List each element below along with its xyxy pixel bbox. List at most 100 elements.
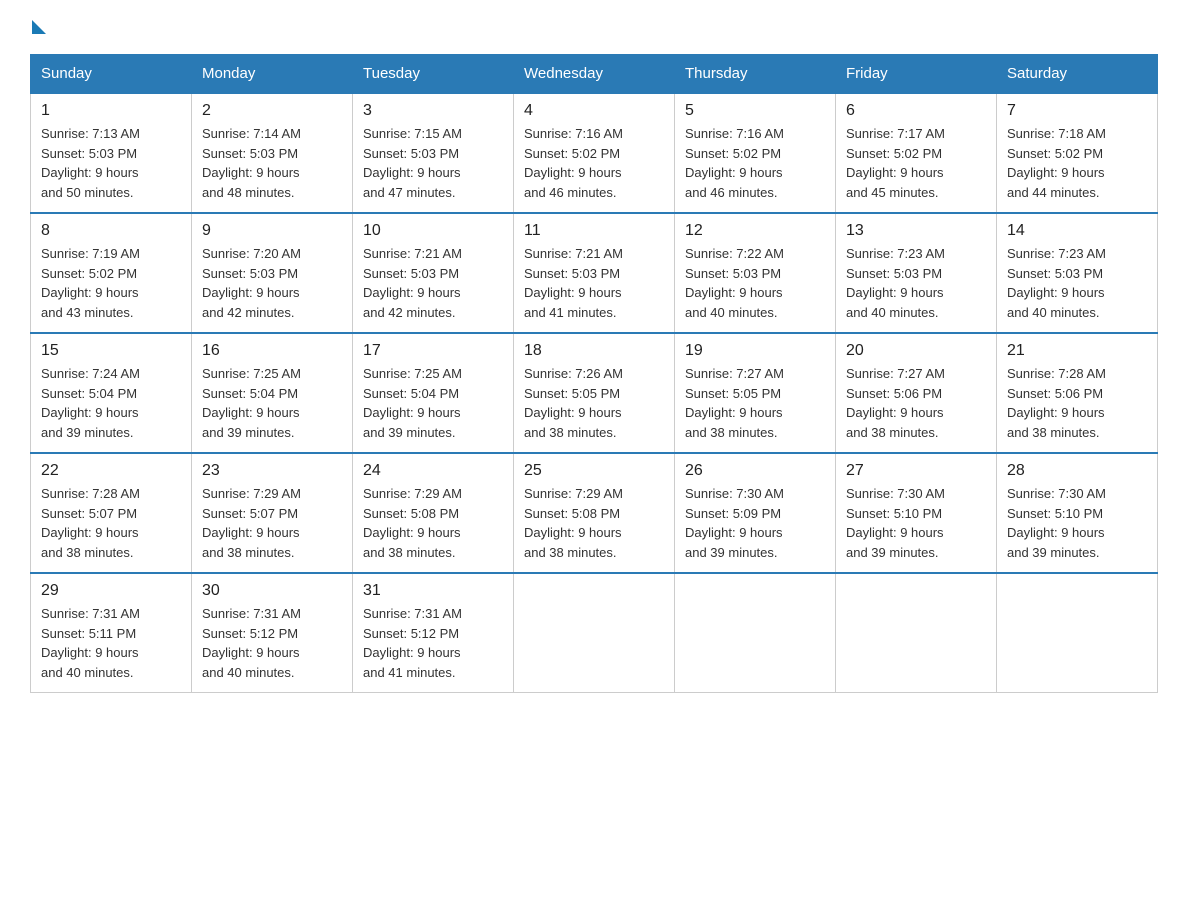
day-number: 13 bbox=[846, 222, 986, 240]
calendar-cell: 31 Sunrise: 7:31 AMSunset: 5:12 PMDayligh… bbox=[353, 573, 514, 693]
calendar-table: SundayMondayTuesdayWednesdayThursdayFrid… bbox=[30, 54, 1158, 693]
day-number: 30 bbox=[202, 582, 342, 600]
day-number: 14 bbox=[1007, 222, 1147, 240]
day-number: 4 bbox=[524, 102, 664, 120]
day-info: Sunrise: 7:21 AMSunset: 5:03 PMDaylight:… bbox=[363, 244, 503, 322]
calendar-cell: 27 Sunrise: 7:30 AMSunset: 5:10 PMDayligh… bbox=[836, 453, 997, 573]
day-info: Sunrise: 7:21 AMSunset: 5:03 PMDaylight:… bbox=[524, 244, 664, 322]
calendar-cell: 23Sunrise: 7:29 AMSunset: 5:07 PMDayligh… bbox=[192, 453, 353, 573]
day-info: Sunrise: 7:30 AMSunset: 5:09 PMDaylight:… bbox=[685, 484, 825, 562]
day-info: Sunrise: 7:27 AMSunset: 5:05 PMDaylight:… bbox=[685, 364, 825, 442]
day-number: 8 bbox=[41, 222, 181, 240]
day-info: Sunrise: 7:29 AMSunset: 5:08 PMDaylight:… bbox=[363, 484, 503, 562]
day-number: 11 bbox=[524, 222, 664, 240]
calendar-cell: 4 Sunrise: 7:16 AMSunset: 5:02 PMDaylight… bbox=[514, 93, 675, 213]
day-number: 20 bbox=[846, 342, 986, 360]
day-info: Sunrise: 7:31 AMSunset: 5:11 PMDaylight:… bbox=[41, 604, 181, 682]
day-info: Sunrise: 7:23 AMSunset: 5:03 PMDaylight:… bbox=[1007, 244, 1147, 322]
calendar-header-row: SundayMondayTuesdayWednesdayThursdayFrid… bbox=[31, 55, 1158, 94]
day-number: 17 bbox=[363, 342, 503, 360]
calendar-cell: 6 Sunrise: 7:17 AMSunset: 5:02 PMDaylight… bbox=[836, 93, 997, 213]
day-number: 24 bbox=[363, 462, 503, 480]
calendar-cell: 8Sunrise: 7:19 AMSunset: 5:02 PMDaylight… bbox=[31, 213, 192, 333]
calendar-cell: 15 Sunrise: 7:24 AMSunset: 5:04 PMDayligh… bbox=[31, 333, 192, 453]
header-thursday: Thursday bbox=[675, 55, 836, 94]
calendar-cell: 21 Sunrise: 7:28 AMSunset: 5:06 PMDayligh… bbox=[997, 333, 1158, 453]
calendar-cell: 10Sunrise: 7:21 AMSunset: 5:03 PMDayligh… bbox=[353, 213, 514, 333]
logo bbox=[30, 20, 46, 36]
day-number: 3 bbox=[363, 102, 503, 120]
day-number: 12 bbox=[685, 222, 825, 240]
calendar-week-row: 1 Sunrise: 7:13 AMSunset: 5:03 PMDaylight… bbox=[31, 93, 1158, 213]
day-info: Sunrise: 7:17 AMSunset: 5:02 PMDaylight:… bbox=[846, 124, 986, 202]
day-info: Sunrise: 7:18 AMSunset: 5:02 PMDaylight:… bbox=[1007, 124, 1147, 202]
day-number: 21 bbox=[1007, 342, 1147, 360]
day-info: Sunrise: 7:24 AMSunset: 5:04 PMDaylight:… bbox=[41, 364, 181, 442]
day-info: Sunrise: 7:25 AMSunset: 5:04 PMDaylight:… bbox=[202, 364, 342, 442]
day-number: 1 bbox=[41, 102, 181, 120]
calendar-cell: 17 Sunrise: 7:25 AMSunset: 5:04 PMDayligh… bbox=[353, 333, 514, 453]
day-info: Sunrise: 7:28 AMSunset: 5:06 PMDaylight:… bbox=[1007, 364, 1147, 442]
day-info: Sunrise: 7:30 AMSunset: 5:10 PMDaylight:… bbox=[1007, 484, 1147, 562]
calendar-cell: 7 Sunrise: 7:18 AMSunset: 5:02 PMDaylight… bbox=[997, 93, 1158, 213]
calendar-cell: 5Sunrise: 7:16 AMSunset: 5:02 PMDaylight… bbox=[675, 93, 836, 213]
day-info: Sunrise: 7:31 AMSunset: 5:12 PMDaylight:… bbox=[363, 604, 503, 682]
calendar-cell: 26 Sunrise: 7:30 AMSunset: 5:09 PMDayligh… bbox=[675, 453, 836, 573]
calendar-cell: 24 Sunrise: 7:29 AMSunset: 5:08 PMDayligh… bbox=[353, 453, 514, 573]
day-number: 7 bbox=[1007, 102, 1147, 120]
page-header bbox=[30, 20, 1158, 36]
day-info: Sunrise: 7:25 AMSunset: 5:04 PMDaylight:… bbox=[363, 364, 503, 442]
day-info: Sunrise: 7:30 AMSunset: 5:10 PMDaylight:… bbox=[846, 484, 986, 562]
day-number: 6 bbox=[846, 102, 986, 120]
calendar-week-row: 8Sunrise: 7:19 AMSunset: 5:02 PMDaylight… bbox=[31, 213, 1158, 333]
day-info: Sunrise: 7:13 AMSunset: 5:03 PMDaylight:… bbox=[41, 124, 181, 202]
calendar-cell bbox=[675, 573, 836, 693]
calendar-cell bbox=[514, 573, 675, 693]
calendar-cell: 11 Sunrise: 7:21 AMSunset: 5:03 PMDayligh… bbox=[514, 213, 675, 333]
day-number: 16 bbox=[202, 342, 342, 360]
day-info: Sunrise: 7:16 AMSunset: 5:02 PMDaylight:… bbox=[524, 124, 664, 202]
calendar-cell: 2 Sunrise: 7:14 AMSunset: 5:03 PMDaylight… bbox=[192, 93, 353, 213]
header-wednesday: Wednesday bbox=[514, 55, 675, 94]
day-number: 9 bbox=[202, 222, 342, 240]
header-saturday: Saturday bbox=[997, 55, 1158, 94]
day-number: 2 bbox=[202, 102, 342, 120]
day-number: 18 bbox=[524, 342, 664, 360]
day-info: Sunrise: 7:31 AMSunset: 5:12 PMDaylight:… bbox=[202, 604, 342, 682]
day-number: 29 bbox=[41, 582, 181, 600]
day-info: Sunrise: 7:15 AMSunset: 5:03 PMDaylight:… bbox=[363, 124, 503, 202]
day-number: 26 bbox=[685, 462, 825, 480]
header-tuesday: Tuesday bbox=[353, 55, 514, 94]
day-number: 19 bbox=[685, 342, 825, 360]
calendar-cell: 20Sunrise: 7:27 AMSunset: 5:06 PMDayligh… bbox=[836, 333, 997, 453]
day-info: Sunrise: 7:26 AMSunset: 5:05 PMDaylight:… bbox=[524, 364, 664, 442]
day-number: 31 bbox=[363, 582, 503, 600]
day-number: 5 bbox=[685, 102, 825, 120]
day-info: Sunrise: 7:14 AMSunset: 5:03 PMDaylight:… bbox=[202, 124, 342, 202]
calendar-cell: 18 Sunrise: 7:26 AMSunset: 5:05 PMDayligh… bbox=[514, 333, 675, 453]
day-number: 28 bbox=[1007, 462, 1147, 480]
calendar-cell bbox=[836, 573, 997, 693]
calendar-cell: 14 Sunrise: 7:23 AMSunset: 5:03 PMDayligh… bbox=[997, 213, 1158, 333]
calendar-cell: 16 Sunrise: 7:25 AMSunset: 5:04 PMDayligh… bbox=[192, 333, 353, 453]
calendar-cell: 9Sunrise: 7:20 AMSunset: 5:03 PMDaylight… bbox=[192, 213, 353, 333]
calendar-cell: 1 Sunrise: 7:13 AMSunset: 5:03 PMDaylight… bbox=[31, 93, 192, 213]
calendar-week-row: 29 Sunrise: 7:31 AMSunset: 5:11 PMDayligh… bbox=[31, 573, 1158, 693]
header-monday: Monday bbox=[192, 55, 353, 94]
logo-arrow-icon bbox=[32, 20, 46, 34]
day-number: 23 bbox=[202, 462, 342, 480]
calendar-cell: 13Sunrise: 7:23 AMSunset: 5:03 PMDayligh… bbox=[836, 213, 997, 333]
day-number: 15 bbox=[41, 342, 181, 360]
day-info: Sunrise: 7:22 AMSunset: 5:03 PMDaylight:… bbox=[685, 244, 825, 322]
day-number: 22 bbox=[41, 462, 181, 480]
calendar-week-row: 22 Sunrise: 7:28 AMSunset: 5:07 PMDayligh… bbox=[31, 453, 1158, 573]
calendar-cell: 25 Sunrise: 7:29 AMSunset: 5:08 PMDayligh… bbox=[514, 453, 675, 573]
calendar-cell: 12 Sunrise: 7:22 AMSunset: 5:03 PMDayligh… bbox=[675, 213, 836, 333]
day-info: Sunrise: 7:29 AMSunset: 5:08 PMDaylight:… bbox=[524, 484, 664, 562]
day-number: 27 bbox=[846, 462, 986, 480]
calendar-cell: 30 Sunrise: 7:31 AMSunset: 5:12 PMDayligh… bbox=[192, 573, 353, 693]
calendar-cell: 22 Sunrise: 7:28 AMSunset: 5:07 PMDayligh… bbox=[31, 453, 192, 573]
day-info: Sunrise: 7:28 AMSunset: 5:07 PMDaylight:… bbox=[41, 484, 181, 562]
calendar-cell: 19 Sunrise: 7:27 AMSunset: 5:05 PMDayligh… bbox=[675, 333, 836, 453]
day-number: 25 bbox=[524, 462, 664, 480]
